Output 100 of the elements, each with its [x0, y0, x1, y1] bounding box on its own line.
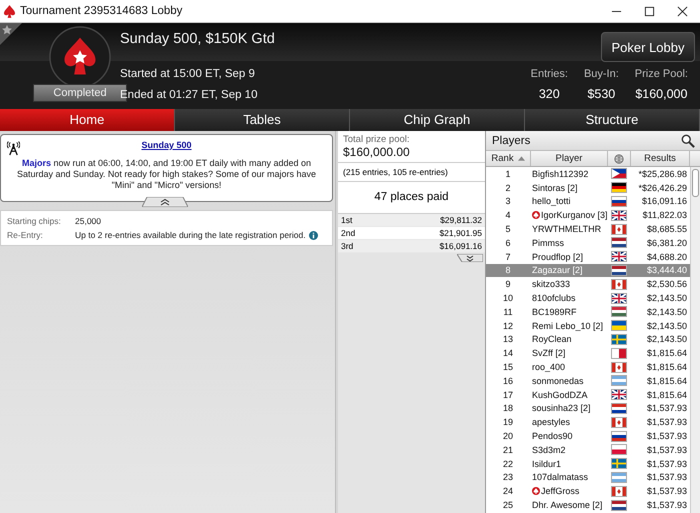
result-cell-text: $1,815.64	[646, 376, 688, 386]
results-column-header[interactable]: Results	[631, 151, 690, 166]
search-icon[interactable]	[681, 134, 695, 148]
player-row[interactable]: 3 hello_totti $16,091.16	[486, 194, 690, 208]
player-row[interactable]: 22 Isildur1 $1,537.93	[486, 456, 690, 471]
flag-icon	[611, 416, 627, 428]
result-cell-text: $1,815.64	[646, 348, 688, 358]
rank-cell-text: 11	[502, 306, 514, 317]
rank-cell-text: 1	[504, 168, 512, 179]
player-row[interactable]: 18 sousinha23 [2] $1,537.93	[486, 402, 690, 416]
flag-icon	[611, 237, 627, 248]
payout-place: 3rd	[341, 241, 354, 251]
player-row[interactable]: 23 107dalmatass $1,537.93	[486, 470, 690, 484]
player-row[interactable]: 12 Remi Lebo_10 [2] $2,143.50	[486, 318, 690, 333]
player-column-header[interactable]: Player	[531, 151, 608, 166]
result-cell-text: $1,815.64	[646, 390, 688, 400]
player-row[interactable]: 21 S3d3m2 $1,537.93	[486, 442, 690, 457]
star-icon[interactable]	[0, 23, 22, 45]
result-cell-text: $1,537.93	[646, 472, 688, 482]
payout-amount: $21,901.95	[439, 228, 482, 238]
player-row[interactable]: 6 Pimmss $6,381.20	[486, 236, 690, 250]
flag-icon	[611, 362, 627, 373]
player-row[interactable]: 4 IgorKurganov [3] $11,822.03	[486, 208, 690, 222]
info-icon[interactable]	[308, 230, 318, 240]
rank-cell-text: 22	[502, 458, 514, 469]
tab[interactable]: Structure	[525, 109, 700, 131]
rank-cell-text: 20	[502, 431, 514, 442]
stat-label: Buy-In:	[584, 68, 619, 80]
rank-cell-text: 2	[504, 182, 512, 193]
player-row[interactable]: 15 roo_400 $1,815.64	[486, 360, 690, 374]
collapse-tab-icon[interactable]	[142, 197, 188, 207]
player-row[interactable]: 1 Bigfish112392 *$25,286.98	[486, 167, 690, 181]
rank-cell-text: 24	[502, 486, 514, 496]
result-cell-text: *$26,426.29	[637, 182, 688, 193]
result-cell-text: $1,537.93	[646, 417, 688, 428]
rank-cell-text: 21	[502, 444, 514, 455]
player-name: apestyles	[532, 417, 570, 428]
expand-tab-icon[interactable]	[457, 254, 483, 262]
flag-icon	[611, 196, 627, 207]
player-row[interactable]: 14 SvZff [2] $1,815.64	[486, 346, 690, 360]
close-icon[interactable]	[677, 6, 688, 16]
player-row[interactable]: 11 BC1989RF $2,143.50	[486, 304, 690, 319]
flag-icon	[611, 182, 627, 194]
rank-cell-text: 15	[502, 362, 514, 372]
rank-cell-text: 7	[504, 252, 512, 262]
flag-icon	[611, 210, 627, 221]
globe-icon[interactable]	[614, 154, 624, 164]
flag-icon	[611, 486, 627, 497]
player-row[interactable]: 17 KushGodDZA $1,815.64	[486, 388, 690, 402]
flag-icon	[611, 402, 627, 414]
result-cell-text: $3,444.40	[646, 265, 688, 276]
rank-cell-text: 25	[502, 500, 514, 510]
tab[interactable]: Home	[0, 109, 175, 131]
rank-cell-text: 18	[502, 403, 514, 414]
player-name: BC1989RF	[532, 306, 577, 317]
player-row[interactable]: 16 sonmonedas $1,815.64	[486, 374, 690, 388]
player-name: Sintoras [2]	[532, 182, 578, 193]
player-row[interactable]: 2 Sintoras [2] *$26,426.29	[486, 180, 690, 195]
news-title-link[interactable]: Sunday 500	[141, 140, 192, 150]
player-row[interactable]: 19 apestyles $1,537.93	[486, 415, 690, 430]
result-cell-text: $1,537.93	[646, 500, 688, 510]
rank-cell-text: 13	[502, 334, 514, 344]
player-name: Pendos90	[532, 431, 573, 442]
rank-column-header[interactable]: Rank	[486, 151, 531, 166]
rank-cell-text: 14	[502, 348, 514, 358]
payout-amount: $29,811.32	[440, 215, 482, 225]
result-cell-text: $8,685.55	[646, 224, 688, 234]
player-row[interactable]: 5 YRWTHMELTHR $8,685.55	[486, 222, 690, 236]
maximize-icon[interactable]	[644, 6, 655, 16]
rank-cell-text: 23	[502, 472, 514, 482]
player-name: 107dalmatass	[532, 472, 588, 482]
player-name: YRWTHMELTHR	[532, 224, 602, 234]
stat-label: Entries:	[530, 68, 568, 80]
scrollbar[interactable]	[690, 167, 700, 513]
tab[interactable]: Tables	[175, 109, 350, 131]
player-row[interactable]: 9 skitzo333 $2,530.56	[486, 277, 690, 292]
result-cell-text: $16,091.16	[640, 196, 688, 206]
rank-cell-text: 12	[502, 320, 514, 331]
poker-lobby-button[interactable]: Poker Lobby	[601, 32, 695, 62]
stat-value: $530	[587, 87, 616, 102]
player-row[interactable]: 24 JeffGross $1,537.93	[486, 484, 690, 498]
flag-icon	[611, 348, 627, 359]
player-row[interactable]: 25 Dhr. Awesome [2] $1,537.93	[486, 498, 690, 512]
tab[interactable]: Chip Graph	[350, 109, 525, 131]
player-name: Dhr. Awesome [2]	[532, 500, 602, 510]
rank-cell-text: 9	[504, 279, 512, 290]
result-cell-text: $4,688.20	[646, 252, 688, 262]
flag-icon	[611, 389, 627, 400]
payout-amount: $16,091.16	[439, 241, 482, 251]
player-row[interactable]: 20 Pendos90 $1,537.93	[486, 429, 690, 443]
player-row[interactable]: 13 RoyClean $2,143.50	[486, 332, 690, 346]
tournament-title: Sunday 500, $150K Gtd	[120, 31, 275, 47]
scroll-thumb[interactable]	[692, 169, 699, 197]
stat-value: 320	[538, 87, 560, 102]
player-row[interactable]: 7 Proudflop [2] $4,688.20	[486, 250, 690, 264]
result-cell-text: $2,530.56	[646, 279, 688, 290]
player-row[interactable]: 10 810ofclubs $2,143.50	[486, 291, 690, 305]
flag-icon	[611, 320, 627, 332]
sort-arrow-icon[interactable]	[518, 156, 525, 161]
stat-value: $160,000	[635, 87, 688, 102]
